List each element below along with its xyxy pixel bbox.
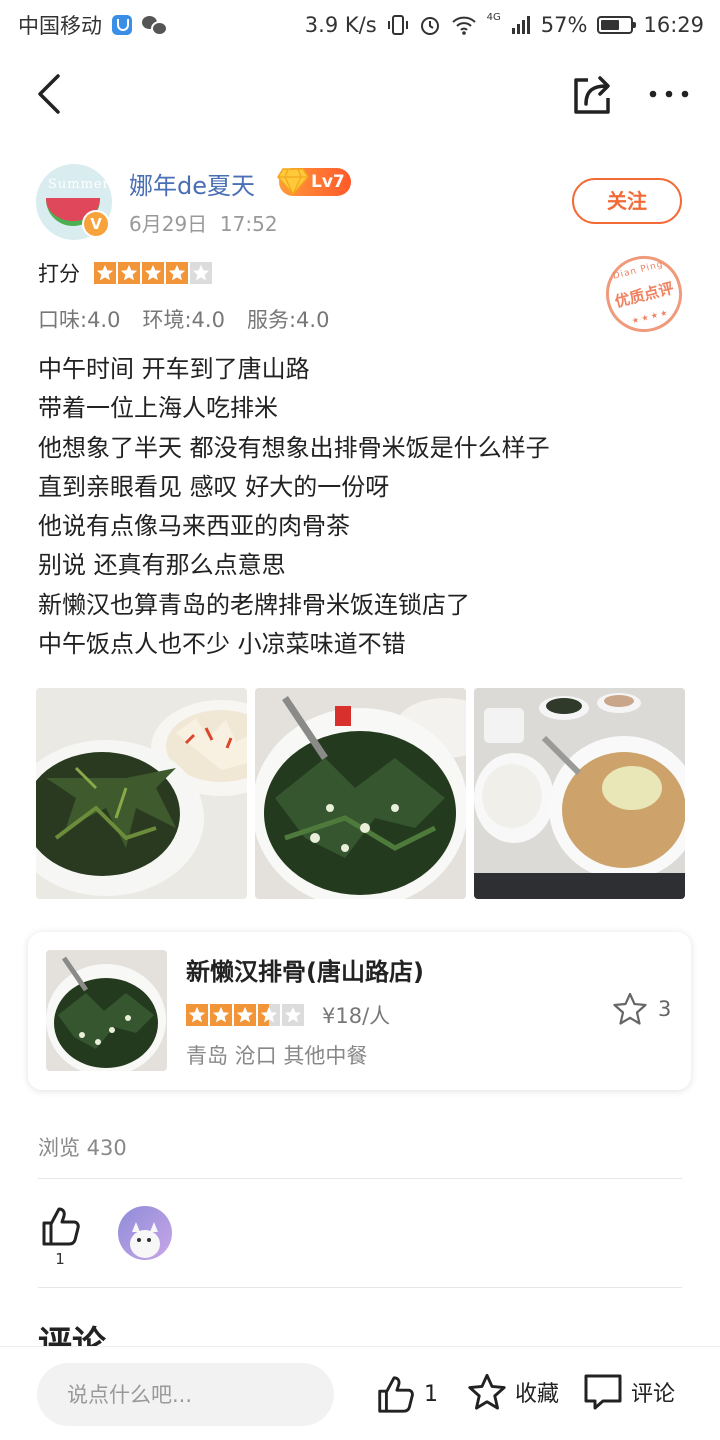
vibrate-icon (387, 15, 408, 35)
wifi-icon (451, 16, 476, 35)
review-line: 中午饭点人也不少 小凉菜味道不错 (38, 630, 406, 659)
like-button[interactable]: 1 (38, 1204, 82, 1270)
review-line: 直到亲眼看见 感叹 好大的一份呀 (38, 472, 390, 501)
like-count: 1 (55, 1250, 65, 1268)
post-time: 17:52 (219, 212, 278, 236)
divider (38, 1287, 682, 1288)
shop-favorite-count: 3 (658, 997, 672, 1021)
review-line: 新懒汉也算青岛的老牌排骨米饭连锁店了 (38, 590, 470, 619)
environment-score: 环境:4.0 (142, 308, 225, 332)
carrier-label: 中国移动 (18, 14, 102, 38)
review-photo-rib-soup-rice[interactable] (474, 688, 685, 899)
comment-icon (584, 1374, 622, 1410)
review-photo-seaweed-soup[interactable] (255, 688, 466, 899)
view-count: 浏览 430 (38, 1136, 127, 1160)
author-header: Summer V 娜年de夏天 Lv7 6月29日 17:52 关注 (36, 164, 686, 244)
comment-button[interactable]: 评论 (583, 1373, 675, 1411)
review-body: 中午时间 开车到了唐山路 带着一位上海人吃排米 他想象了半天 都没有想象出排骨米… (38, 350, 688, 664)
network-speed: 3.9 K/s (304, 13, 377, 37)
review-line: 别说 还真有那么点意思 (38, 551, 286, 580)
thumbs-up-icon (42, 1207, 80, 1246)
shop-card[interactable]: 新懒汉排骨(唐山路店) ¥18/人 青岛 沧口 其他中餐 3 (28, 932, 691, 1090)
comment-label: 评论 (631, 1382, 676, 1407)
level-text: Lv7 (311, 172, 345, 192)
review-photo-seaweed-salad[interactable] (36, 688, 247, 899)
comment-input[interactable] (37, 1363, 334, 1426)
bottom-like-count: 1 (424, 1381, 438, 1407)
rating-star (190, 262, 212, 284)
rating-star (258, 1004, 280, 1026)
service-score: 服务:4.0 (246, 308, 330, 332)
rating-star (234, 1004, 256, 1026)
rating-star (210, 1004, 232, 1026)
clock: 16:29 (643, 13, 704, 37)
signal-type: 4G (486, 11, 501, 23)
rating-star (142, 262, 164, 284)
liker-avatar[interactable] (118, 1206, 172, 1260)
battery-percent: 57% (540, 13, 588, 37)
star-outline-icon (468, 1373, 506, 1410)
rating-star (94, 262, 116, 284)
follow-button[interactable]: 关注 (572, 178, 682, 224)
shop-thumbnail (46, 950, 167, 1071)
shop-rating-stars (186, 1004, 304, 1026)
shop-location-category: 青岛 沧口 其他中餐 (186, 1044, 368, 1068)
rating-label: 打分 (38, 262, 80, 286)
alarm-icon (420, 17, 439, 35)
shop-name[interactable]: 新懒汉排骨(唐山路店) (186, 952, 424, 987)
collect-button[interactable]: 收藏 (467, 1373, 559, 1411)
shield-icon (112, 15, 132, 35)
more-button[interactable] (644, 74, 694, 114)
shop-price: ¥18/人 (322, 1004, 391, 1028)
bottom-action-bar: 1 收藏 评论 (0, 1346, 720, 1440)
quality-review-seal: Dian Ping 优质点评 ★ ★ ★ ★ (597, 247, 691, 341)
rating-star (118, 262, 140, 284)
taste-score: 口味:4.0 (38, 308, 121, 332)
post-datetime: 6月29日 17:52 (129, 208, 278, 237)
divider (38, 1178, 682, 1179)
more-icon (649, 90, 689, 98)
share-button[interactable] (570, 72, 618, 116)
avatar-text: Summer (48, 177, 110, 192)
shop-favorite-button[interactable]: 3 (612, 992, 671, 1026)
top-nav (0, 56, 720, 132)
review-line: 他想象了半天 都没有想象出排骨米饭是什么样子 (38, 433, 550, 462)
diamond-icon (277, 168, 309, 196)
star-outline-icon (613, 992, 647, 1025)
battery-icon (597, 16, 637, 34)
rating-row: 打分 (38, 258, 212, 288)
collect-label: 收藏 (515, 1382, 560, 1407)
review-photos (36, 688, 685, 899)
back-icon (38, 74, 60, 114)
rating-star (166, 262, 188, 284)
level-badge: Lv7 (277, 168, 351, 196)
thumbs-up-icon (378, 1376, 414, 1413)
post-date: 6月29日 (129, 212, 208, 236)
share-icon (574, 76, 610, 114)
status-bar: 中国移动 3.9 K/s 4G 57% 16:29 (0, 0, 720, 50)
review-line: 带着一位上海人吃排米 (38, 394, 278, 423)
bottom-like-button[interactable]: 1 (374, 1373, 438, 1415)
shop-rating-row: ¥18/人 (186, 1000, 390, 1030)
sub-scores: 口味:4.0 环境:4.0 服务:4.0 (38, 304, 329, 334)
verified-badge: V (82, 210, 110, 238)
rating-star (186, 1004, 208, 1026)
rating-star (282, 1004, 304, 1026)
back-button[interactable] (30, 72, 74, 116)
author-name[interactable]: 娜年de夏天 (129, 166, 255, 201)
signal-icon (511, 16, 530, 34)
rating-stars (94, 262, 212, 284)
review-line: 中午时间 开车到了唐山路 (38, 355, 310, 383)
wechat-icon (142, 15, 168, 36)
review-line: 他说有点像马来西亚的肉骨茶 (38, 512, 350, 541)
